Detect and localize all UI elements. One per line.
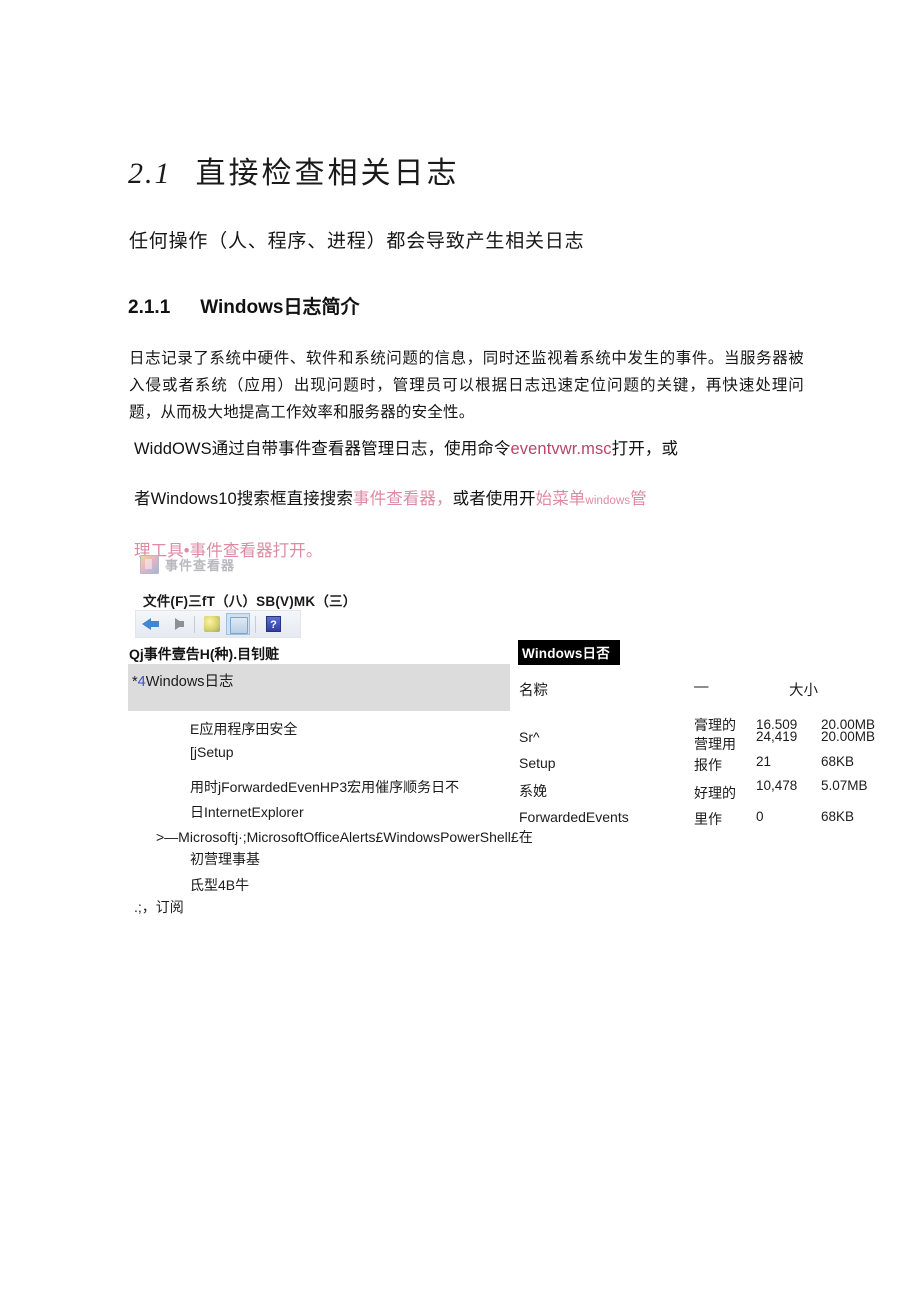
event-viewer-titlebar: 事件查看器 (140, 555, 235, 574)
row-4-type: 里作 (694, 811, 722, 827)
section-heading-2: 2.1.1 Windows日志简介 (128, 292, 359, 319)
howto-text-1: WiddOWS通过自带事件查看器管理日志，使用命令 (134, 440, 511, 458)
back-arrow-icon[interactable] (139, 613, 163, 635)
event-viewer-menubar[interactable]: 文件(F)三fT（八）SB(V)MK（三） (143, 590, 356, 610)
event-viewer-screenshot: 事件查看器 文件(F)三fT（八）SB(V)MK（三） ? Qj事件壹告H(种)… (128, 552, 888, 927)
view-toggle-icon[interactable] (226, 613, 250, 635)
tree-item-microsoft-group[interactable]: >—Microsoftj·;MicrosoftOfficeAlerts£Wind… (156, 827, 533, 847)
toolbar-separator-2 (255, 615, 256, 633)
tree-item-application-security[interactable]: E应用程序田安全 (190, 719, 297, 739)
row-3-size: 5.07MB (821, 778, 868, 793)
section-heading-1-text: 直接检查相关日志 (195, 157, 460, 190)
howto-link-1: 事件查看器， (353, 490, 453, 508)
row-1-type: 营理用 (694, 736, 736, 752)
forward-arrow-icon[interactable] (165, 613, 189, 635)
tree-item-forwarded-events[interactable]: 用时jForwardedEvenHP3宏用催序顺务日不 (190, 777, 459, 797)
howto-link-2: 始菜单 (535, 490, 586, 508)
tree-item-subscriptions[interactable]: .;，订阅 (134, 897, 184, 917)
row-4-name[interactable]: ForwardedEvents (519, 809, 629, 825)
lead-paragraph: 任何操作（人、程序、进程）都会导致产生相关日志 (129, 231, 585, 252)
event-viewer-toolbar: ? (135, 610, 301, 638)
action-menu-icon[interactable] (200, 613, 224, 635)
section-heading-1: 2.1 直接检查相关日志 (128, 148, 460, 192)
row-2-type: 报作 (694, 757, 722, 773)
section-heading-2-number: 2.1.1 (128, 297, 171, 318)
document-page: 2.1 直接检查相关日志 任何操作（人、程序、进程）都会导致产生相关日志 2.1.… (0, 0, 920, 1301)
tree-item-saved-logs[interactable]: 氐型4B牛 (190, 875, 249, 895)
column-header-type[interactable]: — (694, 679, 709, 695)
howto-text-3: 者Windows10搜索框直接搜索 (134, 490, 353, 508)
tree-root-label: Windows日志 (145, 674, 234, 690)
column-header-name[interactable]: 名粽 (519, 679, 548, 700)
tree-item-windows-logs[interactable]: *4Windows日志 (132, 670, 234, 691)
howto-link-2-small: windows (585, 495, 631, 507)
column-header-size[interactable]: 大小 (789, 679, 818, 700)
command-eventvwr: eventvwr.msc (510, 440, 612, 458)
tree-panel-header: Qj事件壹告H(种).目钊赃 (129, 644, 279, 664)
row-4-count: 0 (756, 809, 764, 824)
row-3-type: 好理的 (694, 785, 736, 801)
details-pane-badge: Windows日否 (518, 640, 620, 665)
row-3-count: 10,478 (756, 778, 798, 793)
help-icon[interactable]: ? (261, 613, 285, 635)
event-viewer-title: 事件查看器 (165, 558, 236, 573)
tree-item-setup[interactable]: [jSetup (190, 744, 234, 760)
row-1-size: 20.00MB (821, 729, 876, 744)
howto-link-3: 管 (630, 490, 647, 508)
row-2-count: 21 (756, 754, 772, 769)
tree-item-custom-views[interactable]: 初营理事基 (190, 849, 260, 869)
tree-item-internet-explorer[interactable]: 日InternetExplorer (190, 802, 304, 822)
row-2-name[interactable]: Setup (519, 755, 556, 771)
section-heading-1-number: 2.1 (128, 157, 172, 190)
row-3-name[interactable]: 系娩 (519, 781, 547, 801)
row-1-count: 24,419 (756, 729, 798, 744)
row-1-name[interactable]: Sr^ (519, 729, 540, 745)
tree-panel-header-text: Qj事件壹告H(种).目钊赃 (129, 646, 280, 662)
row-0-type: 膏理的 (694, 717, 736, 733)
howto-text-2: 打开，或 (611, 440, 679, 458)
howto-text-4: 或者使用开 (452, 490, 536, 508)
section-heading-2-text: Windows日志简介 (200, 297, 360, 318)
tree-root-marker: 4 (137, 674, 146, 690)
paragraph-intro: 日志记录了系统中硬件、软件和系统问题的信息，同时还监视着系统中发生的事件。当服务… (129, 350, 804, 421)
event-viewer-icon (140, 555, 159, 574)
toolbar-separator-1 (194, 615, 195, 633)
row-4-size: 68KB (821, 809, 855, 824)
row-2-size: 68KB (821, 754, 855, 769)
